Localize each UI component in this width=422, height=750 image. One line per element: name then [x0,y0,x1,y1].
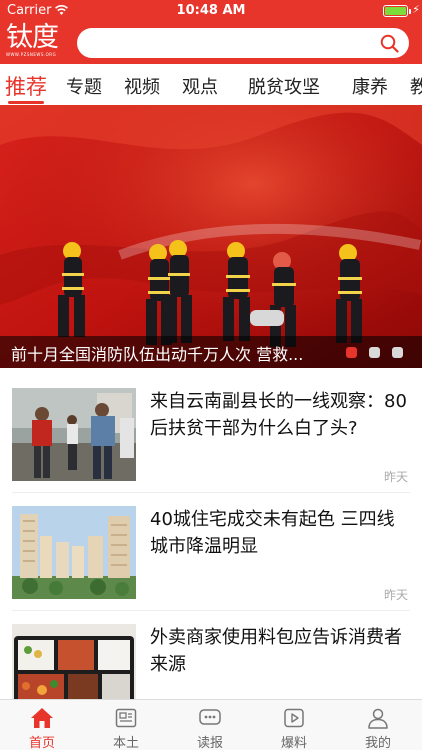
tabbar-label: 我的 [364,736,391,750]
banner-image [0,105,422,368]
officials-photo [12,388,136,481]
banner-caption-bar: 前十月全国消防队伍出动千万人次 营救... [0,336,422,368]
news-title[interactable]: 外卖商家使用料包应告诉消费者来源 [150,624,412,678]
search-input[interactable] [77,28,409,58]
tabbar-item-read-paper[interactable]: 读报 [168,700,252,750]
tabbar-label: 读报 [196,736,223,750]
news-title[interactable]: 来自云南副县长的一线观察：80后扶贫干部为什么白了头? [150,388,412,442]
logo-text: 钛度 [6,22,59,53]
app-logo: 钛度 WWW.PZSNEWS.ORG [6,24,72,60]
carousel-dot-3[interactable] [392,347,403,358]
news-time: 昨天 [383,470,408,484]
tabbar-item-tip-off[interactable]: 爆料 [252,700,336,750]
banner-caption[interactable]: 前十月全国消防队伍出动千万人次 营救... [11,341,341,365]
tab-topics[interactable]: 专题 [66,73,102,99]
tab-poverty-alleviation[interactable]: 脱贫攻坚 [248,73,320,99]
tab-opinion[interactable]: 观点 [182,73,218,99]
news-thumbnail [12,388,136,481]
clock: 10:48 AM [176,3,246,18]
divider [12,492,410,493]
tab-video[interactable]: 视频 [124,73,160,99]
chat-icon [199,709,221,725]
tabbar-item-home[interactable]: 首页 [0,700,84,750]
charging-icon: ⚡ [412,3,420,16]
tab-education[interactable]: 教 [410,73,422,99]
tabbar-item-local[interactable]: 本土 [84,700,168,750]
category-tabs: 推荐 专题 视频 观点 脱贫攻坚 康养 教 [0,64,422,106]
tab-recommend[interactable]: 推荐 [5,71,47,101]
active-tab-indicator [8,101,44,104]
news-item[interactable]: 40城住宅成交未有起色 三四线城市降温明显 昨天 [0,506,422,623]
header: Carrier 10:48 AM ⚡ 钛度 WWW.PZSNEWS.ORG [0,0,422,64]
status-bar: Carrier 10:48 AM ⚡ [0,0,422,22]
bottom-tab-bar: 首页 本土 读报 爆料 我的 [0,699,422,750]
logo-subtext: WWW.PZSNEWS.ORG [6,52,57,57]
tab-wellness[interactable]: 康养 [352,73,388,99]
carousel-dot-2[interactable] [369,347,380,358]
news-thumbnail [12,506,136,599]
news-item[interactable]: 来自云南副县长的一线观察：80后扶贫干部为什么白了头? 昨天 [0,388,422,505]
tabbar-label: 爆料 [280,736,307,750]
newspaper-icon [115,708,137,728]
home-icon [31,708,53,728]
tabbar-label: 本土 [112,736,139,750]
search-icon[interactable] [380,34,399,53]
video-icon [284,708,304,728]
residential-buildings-photo [12,506,136,599]
news-title[interactable]: 40城住宅成交未有起色 三四线城市降温明显 [150,506,412,560]
tabbar-label: 首页 [28,736,55,750]
banner-carousel[interactable]: 前十月全国消防队伍出动千万人次 营救... [0,105,422,368]
user-icon [368,708,388,729]
tabbar-item-profile[interactable]: 我的 [336,700,420,750]
divider [12,610,410,611]
battery-icon [383,5,408,17]
carousel-dot-1[interactable] [346,347,357,358]
news-time: 昨天 [383,588,408,602]
